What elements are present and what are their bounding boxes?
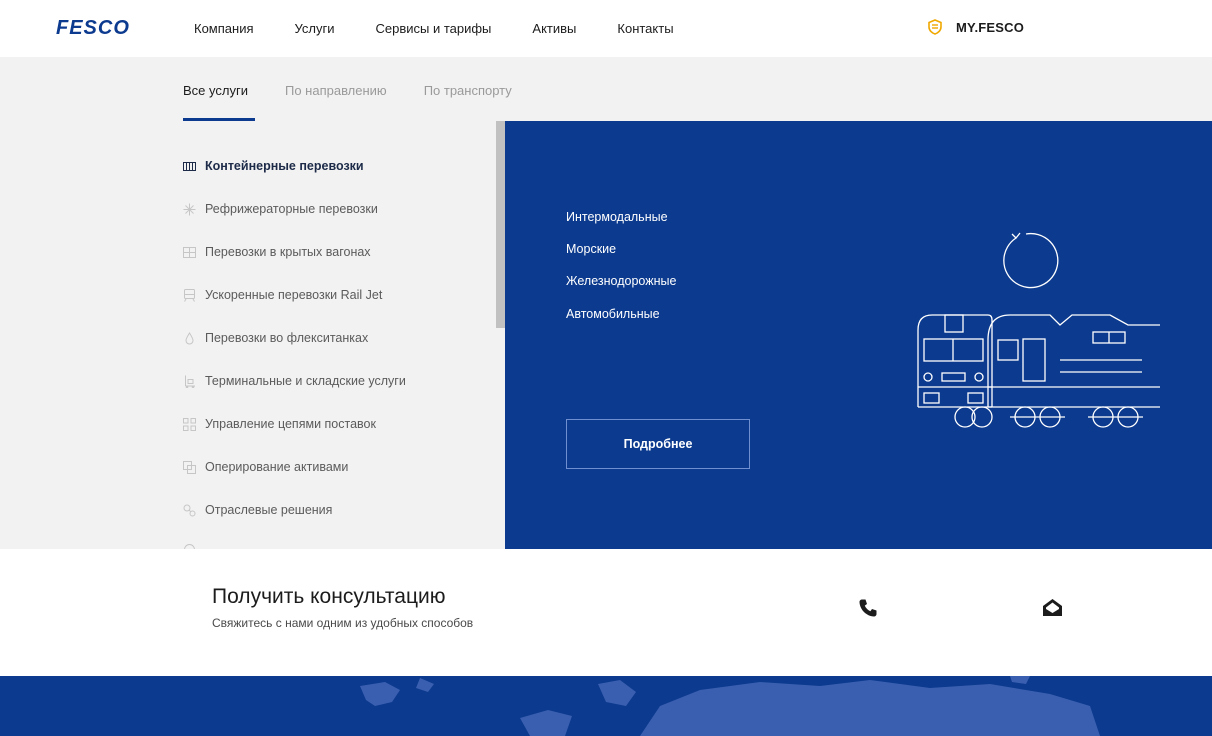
service-item-flexitank[interactable]: Перевозки во флекситанках <box>183 331 368 345</box>
nav-item-tariffs[interactable]: Сервисы и тарифы <box>375 21 491 36</box>
service-label: Рефрижераторные перевозки <box>205 202 378 216</box>
consultation-subtitle: Свяжитесь с нами одним из удобных способ… <box>212 616 474 630</box>
service-label: Оперирование активами <box>205 460 349 474</box>
tab-by-direction[interactable]: По направлению <box>285 57 387 121</box>
my-fesco-label: MY.FESCO <box>956 19 1025 35</box>
snowflake-icon <box>183 203 196 215</box>
service-item-reefer[interactable]: Рефрижераторные перевозки <box>183 202 378 216</box>
footer-map-section <box>0 676 1212 736</box>
supply-chain-icon <box>183 417 196 431</box>
service-item-covered-wagons[interactable]: Перевозки в крытых вагонах <box>183 245 371 259</box>
subservice-auto[interactable]: Автомобильные <box>566 307 660 321</box>
train-illustration <box>917 232 1160 428</box>
mail-icon[interactable] <box>1042 598 1063 618</box>
fesco-logo[interactable]: FESCO <box>56 17 150 37</box>
service-label: Ускоренные перевозки Rail Jet <box>205 288 383 302</box>
scrollbar-thumb[interactable] <box>496 121 505 328</box>
nav-item-assets[interactable]: Активы <box>532 21 576 36</box>
service-label: Перевозки в крытых вагонах <box>205 245 371 259</box>
main-nav: Компания Услуги Сервисы и тарифы Активы … <box>194 0 715 57</box>
svg-text:FESCO: FESCO <box>56 17 130 37</box>
services-tabs: Все услуги По направлению По транспорту <box>183 57 549 121</box>
world-map-illustration <box>360 676 1100 736</box>
assets-icon <box>183 460 196 474</box>
tab-all-services[interactable]: Все услуги <box>183 57 255 121</box>
subservice-rail[interactable]: Железнодорожные <box>566 274 676 288</box>
account-shield-icon <box>928 19 942 35</box>
service-label: Контейнерные перевозки <box>205 159 364 173</box>
service-item-rail-jet[interactable]: Ускоренные перевозки Rail Jet <box>183 288 382 302</box>
tab-by-transport[interactable]: По транспорту <box>424 57 512 121</box>
service-label: Управление цепями поставок <box>205 417 376 431</box>
container-icon <box>183 161 196 171</box>
subservice-sea[interactable]: Морские <box>566 242 616 256</box>
service-item-industry-solutions[interactable]: Отраслевые решения <box>183 503 332 517</box>
my-fesco-link[interactable]: MY.FESCO <box>928 19 1024 35</box>
nav-item-company[interactable]: Компания <box>194 21 254 36</box>
consultation-title: Получить консультацию <box>212 585 446 608</box>
service-label: Отраслевые решения <box>205 503 333 517</box>
consultation-section <box>0 549 1212 676</box>
forklift-icon <box>185 375 195 388</box>
nav-item-contacts[interactable]: Контакты <box>617 21 673 36</box>
train-icon <box>184 288 195 302</box>
phone-icon[interactable] <box>858 598 878 618</box>
wagon-icon <box>183 246 196 258</box>
nav-item-services[interactable]: Услуги <box>295 21 335 36</box>
drop-icon <box>185 331 194 344</box>
service-item-terminal[interactable]: Терминальные и складские услуги <box>183 374 406 388</box>
industry-icon <box>183 504 196 516</box>
more-button[interactable]: Подробнее <box>566 419 750 469</box>
service-item-asset-operation[interactable]: Оперирование активами <box>183 460 348 474</box>
service-label: Терминальные и складские услуги <box>205 374 406 388</box>
subservice-intermodal[interactable]: Интермодальные <box>566 210 668 224</box>
service-item-container[interactable]: Контейнерные перевозки <box>183 159 364 173</box>
service-label: Перевозки во флекситанках <box>205 331 369 345</box>
service-item-supply-chain[interactable]: Управление цепями поставок <box>183 417 376 431</box>
site-header: FESCO Компания Услуги Сервисы и тарифы А… <box>0 0 1212 57</box>
service-list: Контейнерные перевозки Рефрижераторные п… <box>0 121 496 549</box>
